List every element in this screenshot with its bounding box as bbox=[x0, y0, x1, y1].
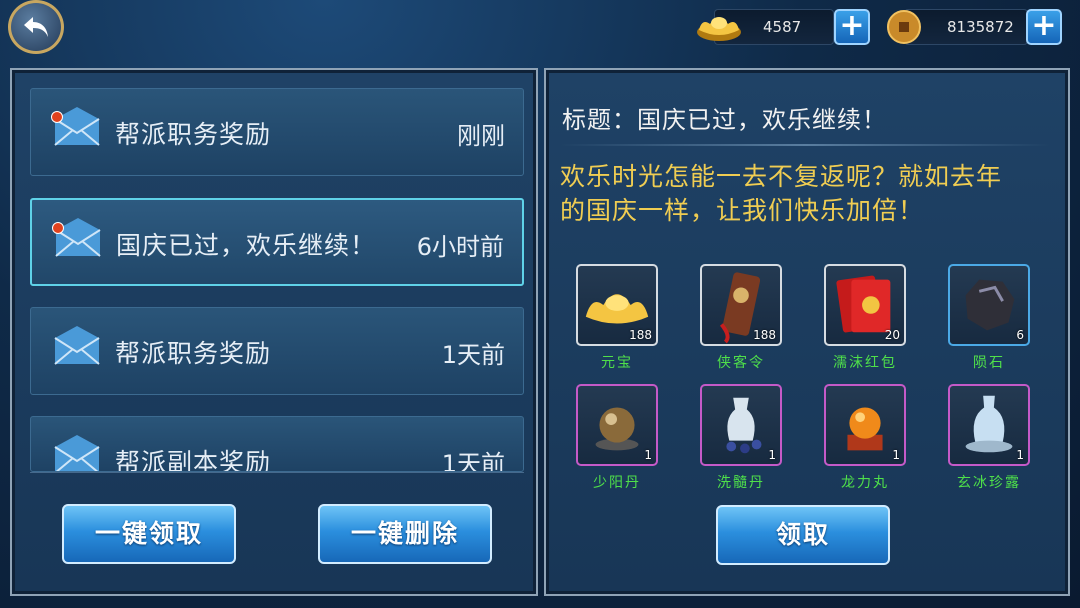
mail-item-time: 6小时前 bbox=[416, 233, 504, 261]
reward-quantity: 1 bbox=[892, 448, 900, 462]
gold-plus-button[interactable]: + bbox=[834, 9, 870, 45]
envelope-icon bbox=[54, 326, 100, 365]
reward-quantity: 188 bbox=[753, 328, 776, 342]
envelope-icon bbox=[54, 435, 100, 471]
mail-item-title: 帮派职务奖励 bbox=[115, 120, 272, 149]
reward-slot[interactable]: 188 bbox=[576, 264, 658, 346]
list-divider bbox=[30, 472, 524, 473]
reward-quantity: 6 bbox=[1016, 328, 1024, 342]
reward-slot[interactable]: 1 bbox=[824, 384, 906, 466]
coin-plus-button[interactable]: + bbox=[1026, 9, 1062, 45]
mail-subject: 标题：国庆已过，欢乐继续！ bbox=[562, 106, 887, 134]
reward-slot[interactable]: 20 bbox=[824, 264, 906, 346]
reward-name: 陨石 bbox=[973, 355, 1005, 371]
mail-item-time: 刚刚 bbox=[457, 122, 505, 150]
mail-body-line-1: 欢乐时光怎能一去不复返呢？就如去年 bbox=[560, 162, 1003, 191]
mail-item[interactable]: 帮派职务奖励 1天前 bbox=[30, 307, 524, 395]
mail-item-time: 1天前 bbox=[441, 341, 505, 369]
mail-item[interactable]: 帮派副本奖励 1天前 bbox=[30, 416, 524, 472]
unread-dot bbox=[51, 111, 63, 123]
reward-slot[interactable]: 188 bbox=[700, 264, 782, 346]
reward-name: 濡沫红包 bbox=[833, 355, 897, 371]
mail-item-time: 1天前 bbox=[441, 450, 505, 472]
reward-slot[interactable]: 1 bbox=[948, 384, 1030, 466]
reward-quantity: 1 bbox=[644, 448, 652, 462]
unread-dot bbox=[52, 222, 64, 234]
copper-coin-icon bbox=[887, 10, 921, 44]
mail-body-line-2: 的国庆一样，让我们快乐加倍！ bbox=[560, 196, 925, 225]
gold-amount: 4587 bbox=[763, 18, 802, 36]
reward-name: 侠客令 bbox=[717, 355, 765, 371]
back-button[interactable] bbox=[8, 0, 64, 54]
mail-body: 欢乐时光怎能一去不复返呢？就如去年 的国庆一样，让我们快乐加倍！ bbox=[560, 160, 1054, 228]
coin-display: 8135872 bbox=[904, 9, 1028, 45]
reward-quantity: 1 bbox=[1016, 448, 1024, 462]
reward-name: 少阳丹 bbox=[593, 475, 641, 491]
coin-amount: 8135872 bbox=[947, 18, 1014, 36]
reward-name: 洗髓丹 bbox=[717, 475, 765, 491]
reward-name: 元宝 bbox=[601, 355, 633, 371]
mail-item-title: 国庆已过，欢乐继续！ bbox=[116, 231, 377, 260]
reward-slot[interactable]: 6 bbox=[948, 264, 1030, 346]
reward-name: 玄冰珍露 bbox=[957, 475, 1021, 491]
subject-divider bbox=[560, 144, 1050, 146]
reward-quantity: 1 bbox=[768, 448, 776, 462]
gold-ingot-icon bbox=[697, 17, 741, 41]
reward-slot[interactable]: 1 bbox=[576, 384, 658, 466]
delete-all-button[interactable]: 一键删除 bbox=[318, 504, 492, 564]
claim-button[interactable]: 领取 bbox=[716, 505, 890, 565]
back-arrow-icon bbox=[24, 17, 48, 37]
mail-item[interactable]: 国庆已过，欢乐继续！ 6小时前 bbox=[30, 198, 524, 286]
reward-quantity: 20 bbox=[884, 328, 900, 342]
reward-quantity: 188 bbox=[629, 328, 652, 342]
claim-all-button[interactable]: 一键领取 bbox=[62, 504, 236, 564]
mail-item-title: 帮派副本奖励 bbox=[115, 448, 272, 472]
reward-name: 龙力丸 bbox=[841, 475, 889, 491]
mail-item[interactable]: 帮派职务奖励 刚刚 bbox=[30, 88, 524, 176]
reward-slot[interactable]: 1 bbox=[700, 384, 782, 466]
mail-item-title: 帮派职务奖励 bbox=[115, 339, 272, 368]
